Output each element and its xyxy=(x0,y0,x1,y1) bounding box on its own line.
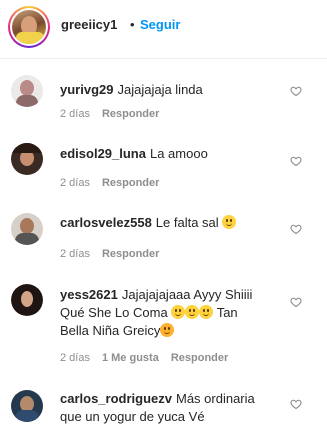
comment-body-line-3b: Bella Niña Greicy xyxy=(60,323,161,338)
comment-avatar[interactable] xyxy=(11,143,43,175)
comment-avatar[interactable] xyxy=(11,75,43,107)
comment-body-line-3a: Tan xyxy=(216,305,238,320)
reply-button[interactable]: Responder xyxy=(102,248,159,260)
heart-icon[interactable] xyxy=(290,155,302,167)
follow-button[interactable]: Seguir xyxy=(140,17,180,32)
separator-dot: • xyxy=(130,17,135,32)
comment-body-line-2: que un yogur de yuca Vé xyxy=(60,409,205,424)
comment-body-line-1: Jajajajajaaa Ayyy Shiiii xyxy=(121,287,253,302)
heart-icon[interactable] xyxy=(290,223,302,235)
comment-text: yurivg29 Jajajajaja linda xyxy=(60,81,203,99)
reply-button[interactable]: Responder xyxy=(102,108,159,120)
comment-username[interactable]: carlosvelez558 xyxy=(60,215,152,230)
post-header: greeiicy1 • Seguir xyxy=(0,0,327,59)
header-username[interactable]: greeiicy1 xyxy=(61,17,117,32)
comment-avatar[interactable] xyxy=(11,213,43,245)
comment-time[interactable]: 2 días xyxy=(60,108,90,120)
comment-meta: 2 días Responder xyxy=(60,177,159,189)
comment-username[interactable]: carlos_rodriguezv xyxy=(60,391,172,406)
comment-body: Le falta sal xyxy=(155,215,219,230)
reply-button[interactable]: Responder xyxy=(171,352,228,364)
comment-username[interactable]: yess2621 xyxy=(60,287,118,302)
laughing-emoji-icon xyxy=(185,305,200,319)
comment-body-line-2: Qué She Lo Coma xyxy=(60,305,168,320)
reply-button[interactable]: Responder xyxy=(102,177,159,189)
comment-body: La amooo xyxy=(149,146,208,161)
blush-emoji-icon xyxy=(160,323,175,337)
comment-time[interactable]: 2 días xyxy=(60,248,90,260)
comment-time[interactable]: 2 días xyxy=(60,352,90,364)
comment-body-line-1: Más ordinaria xyxy=(176,391,255,406)
comment-meta: 2 días 1 Me gusta Responder xyxy=(60,352,228,364)
comment-text: edisol29_luna La amooo xyxy=(60,145,208,163)
comment-body: Jajajajaja linda xyxy=(117,82,203,97)
comment-meta: 2 días Responder xyxy=(60,108,159,120)
comment-username[interactable]: edisol29_luna xyxy=(60,146,146,161)
comment-username[interactable]: yurivg29 xyxy=(60,82,113,97)
heart-icon[interactable] xyxy=(290,85,302,97)
laughing-emoji-icon xyxy=(171,305,186,319)
smile-emoji-icon xyxy=(222,215,237,229)
laughing-emoji-icon xyxy=(199,305,214,319)
comment-time[interactable]: 2 días xyxy=(60,177,90,189)
comment-avatar[interactable] xyxy=(11,390,43,422)
comment-text: carlos_rodriguezv Más ordinaria que un yo… xyxy=(60,390,290,426)
comment-text: carlosvelez558 Le falta sal xyxy=(60,214,237,232)
comment-avatar[interactable] xyxy=(11,284,43,316)
profile-avatar[interactable] xyxy=(8,6,50,48)
heart-icon[interactable] xyxy=(290,296,302,308)
comment-text: yess2621 Jajajajajaaa Ayyy Shiiii Qué She… xyxy=(60,286,280,340)
heart-icon[interactable] xyxy=(290,398,302,410)
likes-count[interactable]: 1 Me gusta xyxy=(102,352,159,364)
comment-meta: 2 días Responder xyxy=(60,248,159,260)
